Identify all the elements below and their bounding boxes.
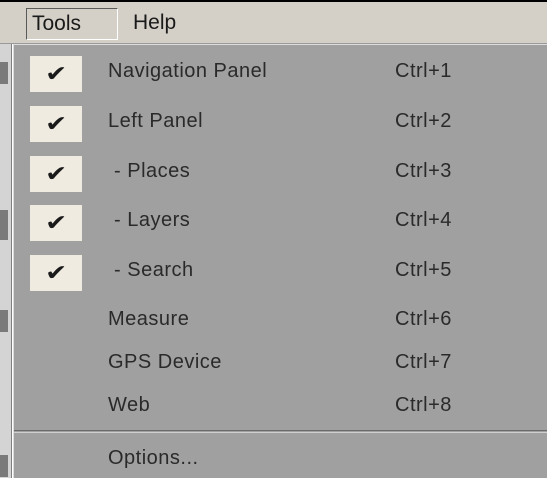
menubar-tools[interactable]: Tools <box>26 8 118 40</box>
menu-item-shortcut: Ctrl+2 <box>395 110 452 132</box>
menu-item-shortcut: Ctrl+7 <box>395 351 452 373</box>
menu-item-shortcut: Ctrl+3 <box>395 160 452 182</box>
menu-item-web[interactable]: Web Ctrl+8 <box>14 385 547 429</box>
checkmark-icon: ✔ <box>44 210 68 235</box>
menu-item-shortcut: Ctrl+4 <box>395 209 452 231</box>
menu-item-navigation-panel[interactable]: ✔ Navigation Panel Ctrl+1 <box>14 51 547 95</box>
check-indicator: ✔ <box>30 106 82 142</box>
menu-item-measure[interactable]: Measure Ctrl+6 <box>14 299 547 343</box>
background-window-edge <box>0 0 12 478</box>
menu-item-label: Measure <box>108 308 190 330</box>
menu-item-options[interactable]: Options... <box>14 438 547 478</box>
menu-item-label: Navigation Panel <box>108 60 268 82</box>
check-indicator: ✔ <box>30 156 82 192</box>
app-window: Tools Help ✔ Navigation Panel Ctrl+1 ✔ L… <box>0 0 547 478</box>
menu-item-label: GPS Device <box>108 351 222 373</box>
checkmark-icon: ✔ <box>44 61 68 86</box>
menubar: Tools Help <box>0 0 547 44</box>
menu-item-label: - Layers <box>108 209 191 231</box>
background-mark <box>0 455 8 477</box>
menu-item-left-panel[interactable]: ✔ Left Panel Ctrl+2 <box>14 101 547 145</box>
check-indicator: ✔ <box>30 255 82 291</box>
menu-item-search[interactable]: ✔ - Search Ctrl+5 <box>14 250 547 294</box>
check-indicator: ✔ <box>30 56 82 92</box>
menu-separator <box>14 430 547 433</box>
menu-item-label: Web <box>108 394 151 416</box>
menu-item-gps-device[interactable]: GPS Device Ctrl+7 <box>14 342 547 386</box>
menu-item-shortcut: Ctrl+5 <box>395 259 452 281</box>
menu-item-label: - Search <box>108 259 194 281</box>
checkmark-icon: ✔ <box>44 260 68 285</box>
tools-dropdown-menu: ✔ Navigation Panel Ctrl+1 ✔ Left Panel C… <box>13 44 547 478</box>
check-indicator: ✔ <box>30 205 82 241</box>
menu-item-label: Left Panel <box>108 110 204 132</box>
menu-item-shortcut: Ctrl+6 <box>395 308 452 330</box>
menu-item-layers[interactable]: ✔ - Layers Ctrl+4 <box>14 200 547 244</box>
background-mark <box>0 210 8 240</box>
background-mark <box>0 310 8 332</box>
background-mark <box>0 62 8 84</box>
checkmark-icon: ✔ <box>44 161 68 186</box>
menu-item-shortcut: Ctrl+8 <box>395 394 452 416</box>
checkmark-icon: ✔ <box>44 111 68 136</box>
menu-item-places[interactable]: ✔ - Places Ctrl+3 <box>14 151 547 195</box>
menubar-help[interactable]: Help <box>128 8 181 40</box>
menu-item-label: - Places <box>108 160 191 182</box>
menu-item-shortcut: Ctrl+1 <box>395 60 452 82</box>
menu-item-label: Options... <box>108 447 199 469</box>
